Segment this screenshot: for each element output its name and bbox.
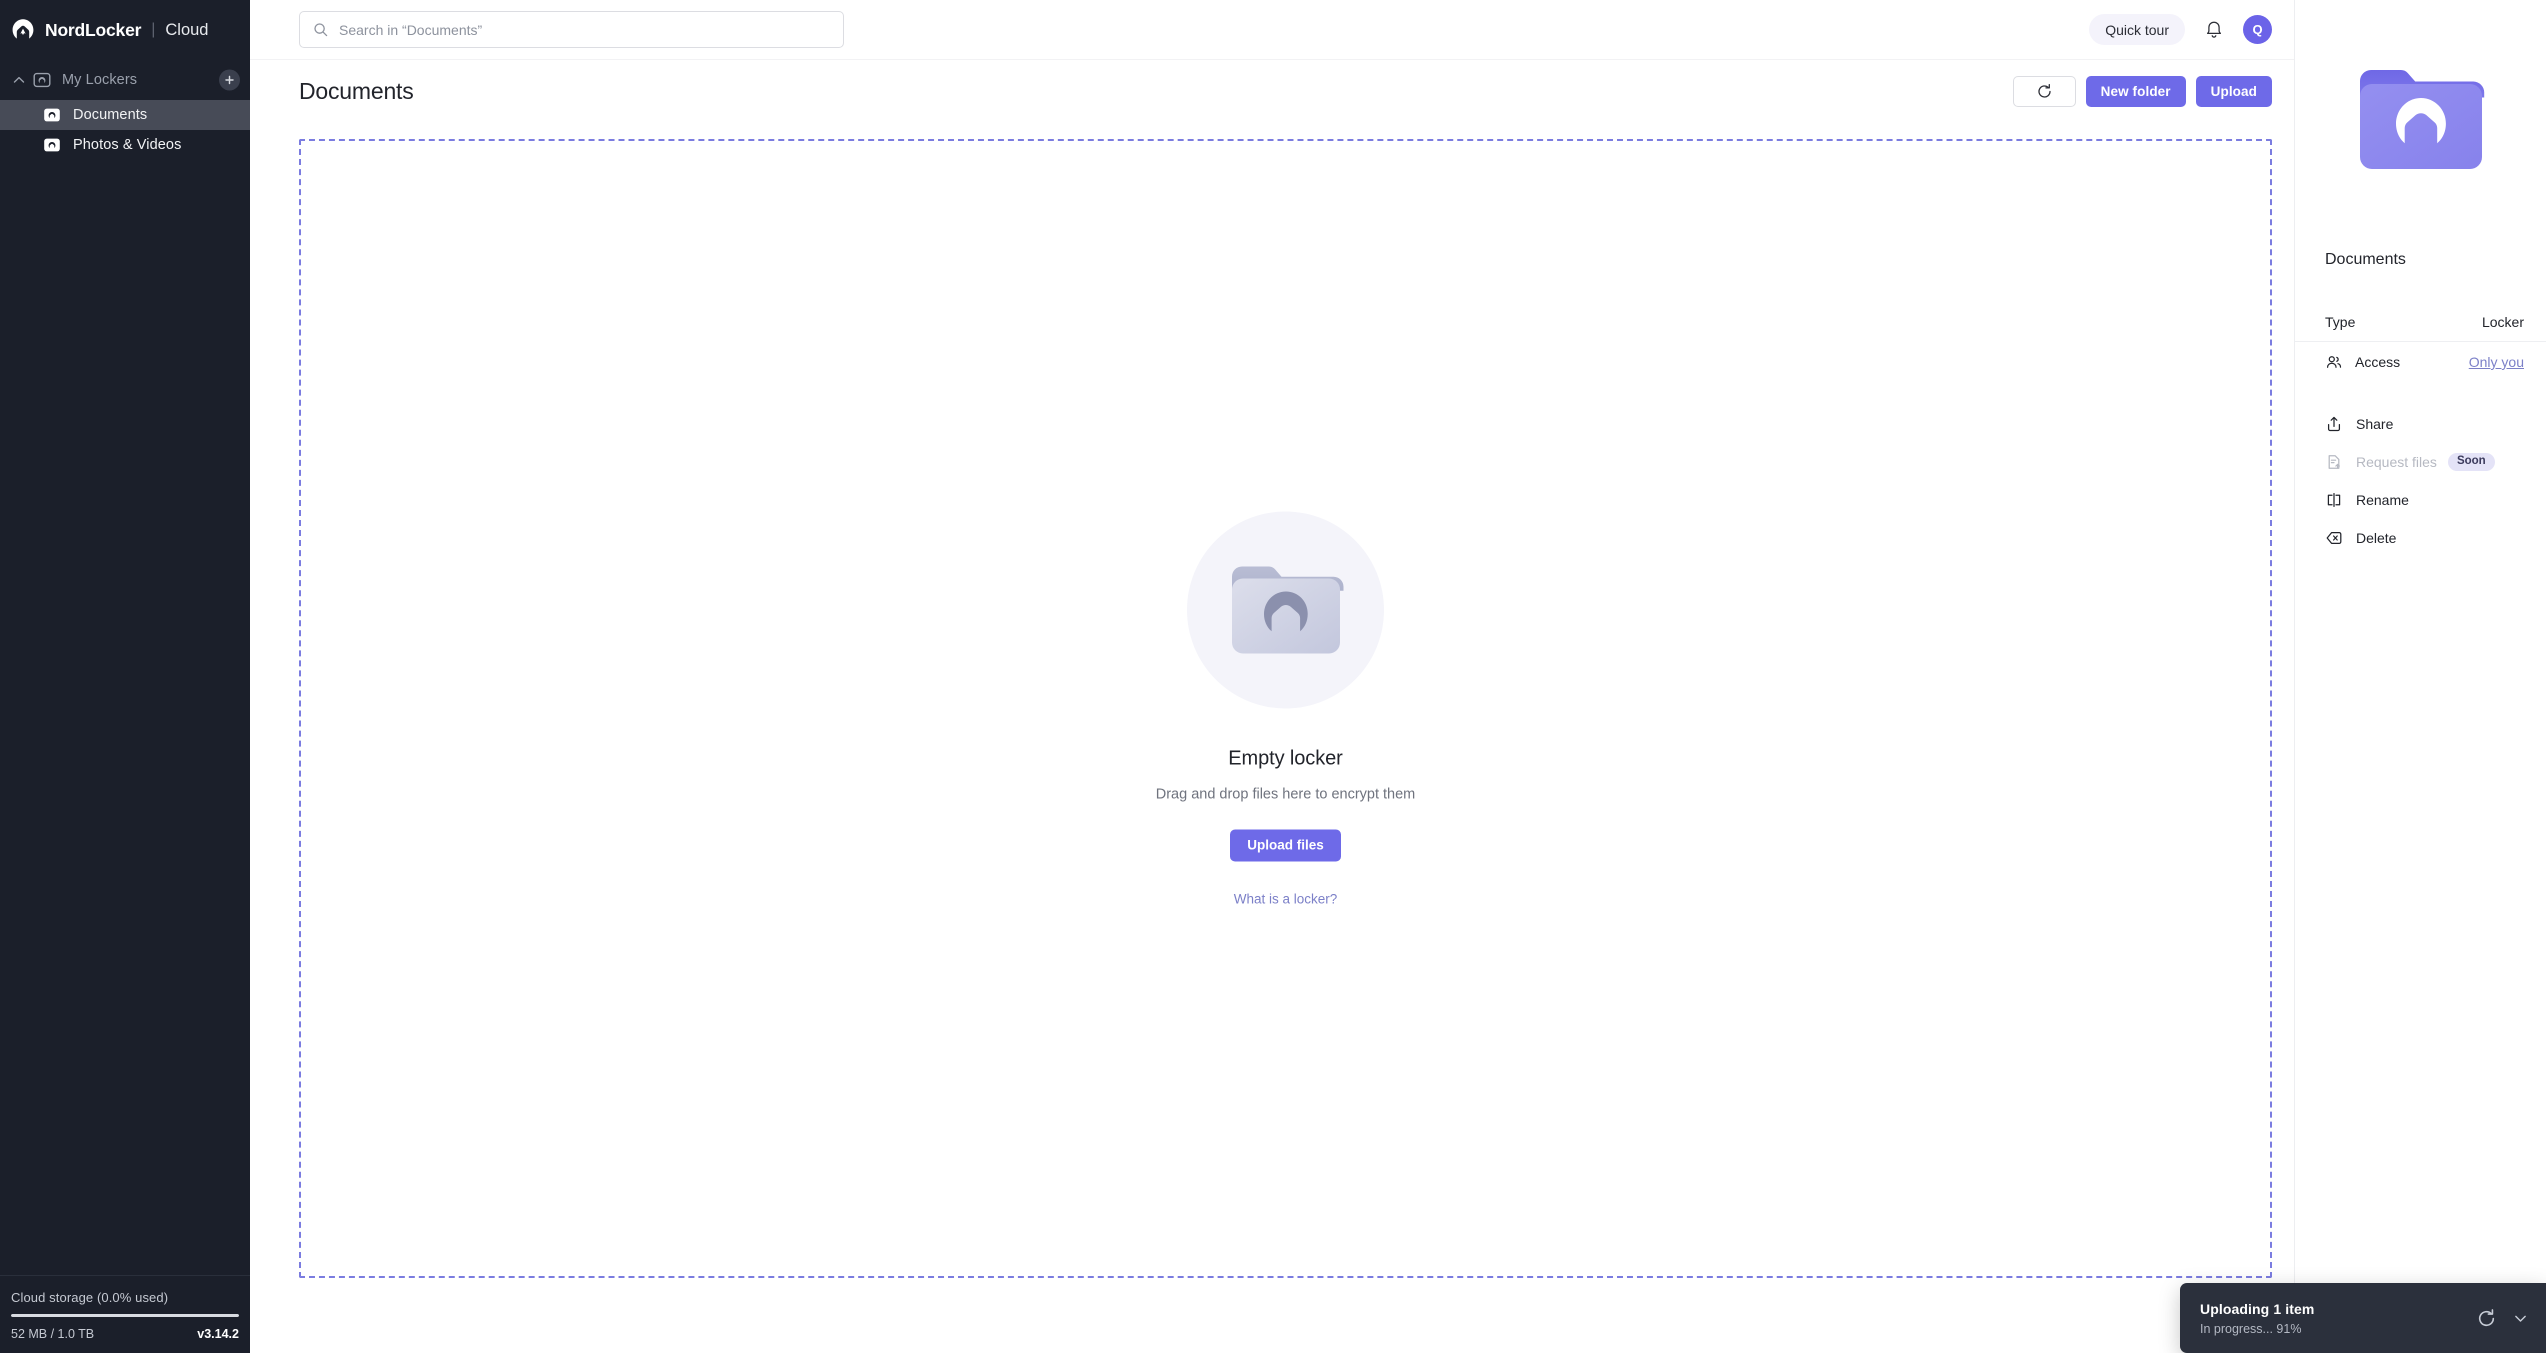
empty-state-subtitle: Drag and drop files here to encrypt them — [1155, 786, 1416, 802]
brand-product: Cloud — [165, 20, 209, 39]
upload-toast-actions — [2476, 1308, 2530, 1329]
brand: NordLocker | Cloud — [0, 0, 250, 60]
request-files-action: Request files Soon — [2295, 443, 2546, 481]
what-is-a-locker-link[interactable]: What is a locker? — [1234, 891, 1338, 906]
chevron-down-icon — [2515, 1315, 2526, 1322]
sidebar-item-label: Photos & Videos — [73, 137, 182, 153]
sidebar-item-documents[interactable]: Documents — [0, 100, 250, 130]
topbar: Quick tour Q — [250, 0, 2294, 60]
details-actions: Share Request files Soon Rename Delete — [2295, 405, 2546, 557]
soon-badge: Soon — [2447, 453, 2495, 471]
locker-outline-icon — [32, 70, 62, 90]
sidebar: NordLocker | Cloud My Lockers Documents … — [0, 0, 250, 1353]
delete-icon — [2325, 529, 2356, 547]
add-locker-button[interactable] — [219, 69, 240, 91]
page-header: Documents New folder Upload — [250, 60, 2294, 122]
locker-icon — [42, 135, 62, 155]
sidebar-item-photos-videos[interactable]: Photos & Videos — [0, 130, 250, 160]
nordlocker-mountain-logo-icon — [10, 17, 36, 43]
topbar-actions: Quick tour Q — [2089, 14, 2272, 45]
request-files-label: Request files — [2356, 454, 2437, 470]
storage-progress-fill — [11, 1314, 239, 1317]
delete-action[interactable]: Delete — [2295, 519, 2546, 557]
share-action[interactable]: Share — [2295, 405, 2546, 443]
upload-files-button[interactable]: Upload files — [1230, 829, 1341, 861]
new-folder-button[interactable]: New folder — [2085, 75, 2186, 107]
notifications-button[interactable] — [2202, 18, 2226, 42]
delete-label: Delete — [2356, 530, 2397, 546]
main-content: Quick tour Q Documents — [250, 0, 2294, 1353]
upload-toast-collapse-button[interactable] — [2511, 1309, 2530, 1328]
details-row-value: Locker — [2481, 313, 2524, 330]
brand-name: NordLocker — [45, 19, 142, 40]
search-input[interactable] — [339, 12, 779, 47]
upload-button[interactable]: Upload — [2195, 75, 2272, 107]
empty-locker-illustration — [1187, 511, 1384, 708]
refresh-button[interactable] — [2012, 75, 2076, 107]
empty-state-title: Empty locker — [1228, 747, 1343, 769]
upload-toast: Uploading 1 item In progress... 91% — [2180, 1283, 2546, 1353]
details-thumbnail — [2295, 0, 2546, 178]
plus-icon — [225, 75, 234, 85]
page-header-actions: New folder Upload — [2012, 75, 2272, 107]
details-panel: Documents Type Locker Access Only you Sh… — [2294, 0, 2546, 1353]
app-root: NordLocker | Cloud My Lockers Documents … — [0, 0, 2546, 1353]
rename-label: Rename — [2356, 492, 2409, 508]
details-rows: Type Locker Access Only you — [2295, 302, 2546, 382]
upload-toast-status: In progress... 91% — [2200, 1321, 2302, 1336]
locker-folder-purple-icon — [2353, 60, 2489, 178]
details-name: Documents — [2325, 251, 2406, 268]
cloud-storage-title: Cloud storage (0.0% used) — [11, 1290, 169, 1305]
upload-toast-title: Uploading 1 item — [2200, 1300, 2315, 1317]
refresh-icon — [2478, 1308, 2495, 1326]
storage-used-text: 52 MB / 1.0 TB — [11, 1327, 95, 1341]
avatar[interactable]: Q — [2243, 15, 2272, 44]
rename-icon — [2325, 491, 2356, 509]
page-title: Documents — [299, 77, 414, 104]
share-icon — [2325, 415, 2356, 433]
details-access-link[interactable]: Only you — [2469, 354, 2524, 370]
details-row-access: Access Only you — [2295, 342, 2546, 382]
details-row-type: Type Locker — [2295, 302, 2546, 342]
details-row-label: Access — [2355, 354, 2401, 370]
upload-toast-retry-button[interactable] — [2476, 1308, 2497, 1329]
sidebar-item-label: Documents — [73, 107, 148, 123]
empty-state: Empty locker Drag and drop files here to… — [301, 511, 2270, 906]
locker-icon — [42, 105, 62, 125]
app-version: v3.14.2 — [197, 1327, 239, 1341]
avatar-initial: Q — [2252, 22, 2263, 37]
brand-separator: | — [151, 21, 156, 38]
sidebar-section-my-lockers[interactable]: My Lockers — [0, 60, 250, 100]
request-files-icon — [2325, 453, 2356, 471]
search-icon — [313, 22, 339, 37]
sidebar-section-label: My Lockers — [62, 72, 138, 88]
refresh-icon — [2037, 83, 2051, 98]
file-dropzone[interactable]: Empty locker Drag and drop files here to… — [299, 139, 2272, 1278]
search-box[interactable] — [299, 11, 844, 48]
upload-toast-texts: Uploading 1 item In progress... 91% — [2200, 1301, 2314, 1336]
quick-tour-button[interactable]: Quick tour — [2089, 14, 2185, 45]
details-row-label: Type — [2325, 313, 2356, 330]
share-label: Share — [2356, 416, 2394, 432]
empty-locker-folder-icon — [1226, 558, 1346, 661]
bell-icon — [2206, 21, 2222, 38]
cloud-storage-summary: Cloud storage (0.0% used) 52 MB / 1.0 TB… — [0, 1275, 250, 1353]
rename-action[interactable]: Rename — [2295, 481, 2546, 519]
people-icon — [2325, 353, 2355, 371]
storage-progress-bar — [11, 1314, 239, 1317]
chevron-up-icon[interactable] — [10, 71, 32, 89]
